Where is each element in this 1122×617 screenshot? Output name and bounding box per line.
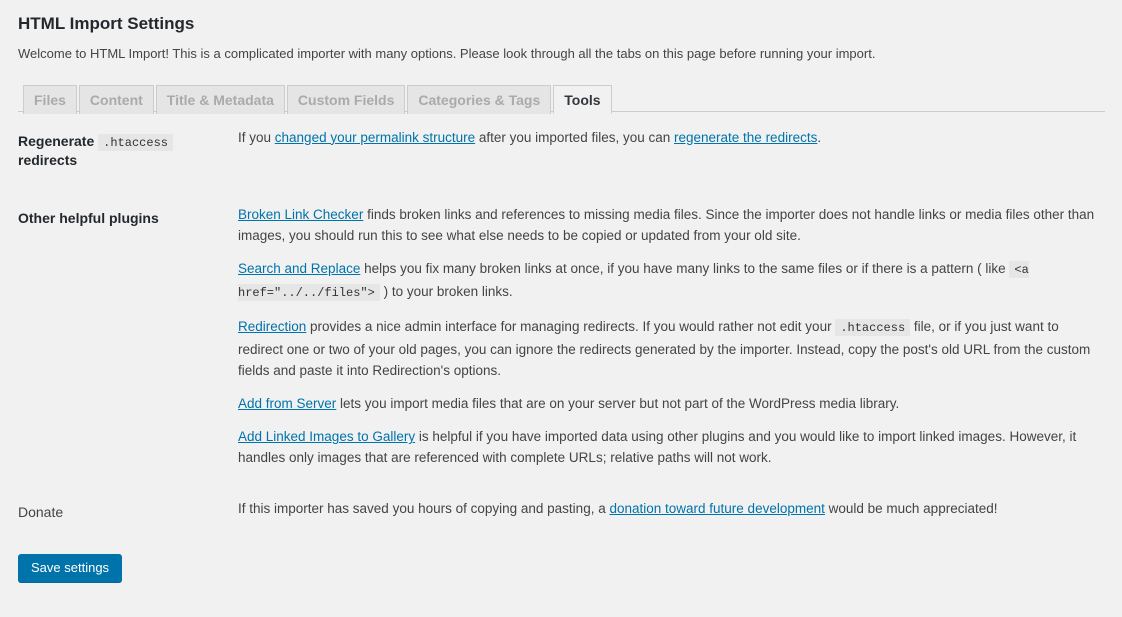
add-linked-images-description: Add Linked Images to Gallery is helpful …	[238, 426, 1095, 468]
tab-categories-tags[interactable]: Categories & Tags	[407, 84, 552, 114]
regenerate-text-a: If you	[238, 129, 275, 145]
redirection-description: Redirection provides a nice admin interf…	[238, 316, 1095, 381]
donation-link[interactable]: donation toward future development	[609, 501, 824, 516]
search-and-replace-description: Search and Replace helps you fix many br…	[238, 258, 1095, 304]
row-content-regenerate-redirects: If you changed your permalink structure …	[228, 112, 1105, 190]
tab-custom-fields[interactable]: Custom Fields	[286, 84, 406, 114]
redirection-link[interactable]: Redirection	[238, 319, 306, 334]
permalink-structure-link[interactable]: changed your permalink structure	[275, 130, 475, 145]
redirection-text-a: provides a nice admin interface for mana…	[306, 319, 836, 335]
add-from-server-link[interactable]: Add from Server	[238, 396, 336, 411]
search-replace-text-b: ) to your broken links.	[379, 284, 513, 300]
donate-text-b: would be much appreciated!	[824, 501, 998, 517]
save-settings-button[interactable]: Save settings	[18, 553, 123, 582]
broken-link-checker-description: Broken Link Checker finds broken links a…	[238, 204, 1095, 246]
submit-area: Save settings	[18, 542, 1104, 582]
settings-page: HTML Import Settings Welcome to HTML Imp…	[0, 0, 1122, 582]
regenerate-description: If you changed your permalink structure …	[238, 127, 1095, 148]
tab-files[interactable]: Files	[23, 84, 77, 114]
tab-title-metadata[interactable]: Title & Metadata	[155, 84, 285, 114]
add-from-server-text: lets you import media files that are on …	[336, 396, 900, 412]
row-content-other-plugins: Broken Link Checker finds broken links a…	[228, 189, 1105, 483]
tab-bar: Files Content Title & Metadata Custom Field…	[18, 76, 1105, 114]
regenerate-redirects-link[interactable]: regenerate the redirects	[674, 130, 817, 145]
regenerate-text-c: .	[817, 129, 822, 145]
row-content-donate: If this importer has saved you hours of …	[228, 483, 1105, 541]
tab-content[interactable]: Content	[78, 84, 154, 114]
add-linked-images-to-gallery-link[interactable]: Add Linked Images to Gallery	[238, 429, 415, 444]
tab-tools[interactable]: Tools	[553, 84, 612, 114]
search-replace-text-a: helps you fix many broken links at once,…	[360, 261, 1010, 277]
row-label-donate: Donate	[18, 504, 64, 521]
htaccess-code-inline: .htaccess	[835, 319, 911, 337]
donate-text-a: If this importer has saved you hours of …	[238, 501, 610, 517]
page-title: HTML Import Settings	[18, 14, 195, 33]
table-row-other-plugins: Other helpful plugins Broken Link Checke…	[18, 189, 1105, 483]
regenerate-label-part1: Regenerate	[18, 132, 95, 149]
donate-description: If this importer has saved you hours of …	[238, 498, 1095, 519]
htaccess-code-label: .htaccess	[98, 133, 173, 151]
add-from-server-description: Add from Server lets you import media fi…	[238, 393, 1095, 414]
table-row-regenerate-redirects: Regenerate .htaccess redirects If you cha…	[18, 112, 1105, 190]
search-and-replace-link[interactable]: Search and Replace	[238, 261, 360, 276]
tools-settings-table: Regenerate .htaccess redirects If you cha…	[18, 112, 1105, 542]
intro-paragraph: Welcome to HTML Import! This is a compli…	[18, 46, 876, 62]
broken-link-checker-text: finds broken links and references to mis…	[238, 207, 1095, 244]
regenerate-text-b: after you imported files, you can	[475, 129, 674, 145]
row-label-other-plugins: Other helpful plugins	[18, 210, 159, 227]
broken-link-checker-link[interactable]: Broken Link Checker	[238, 207, 363, 222]
row-label-regenerate-redirects: Regenerate .htaccess redirects	[18, 112, 228, 190]
regenerate-label-part2: redirects	[18, 152, 78, 169]
table-row-donate: Donate If this importer has saved you ho…	[18, 483, 1105, 541]
